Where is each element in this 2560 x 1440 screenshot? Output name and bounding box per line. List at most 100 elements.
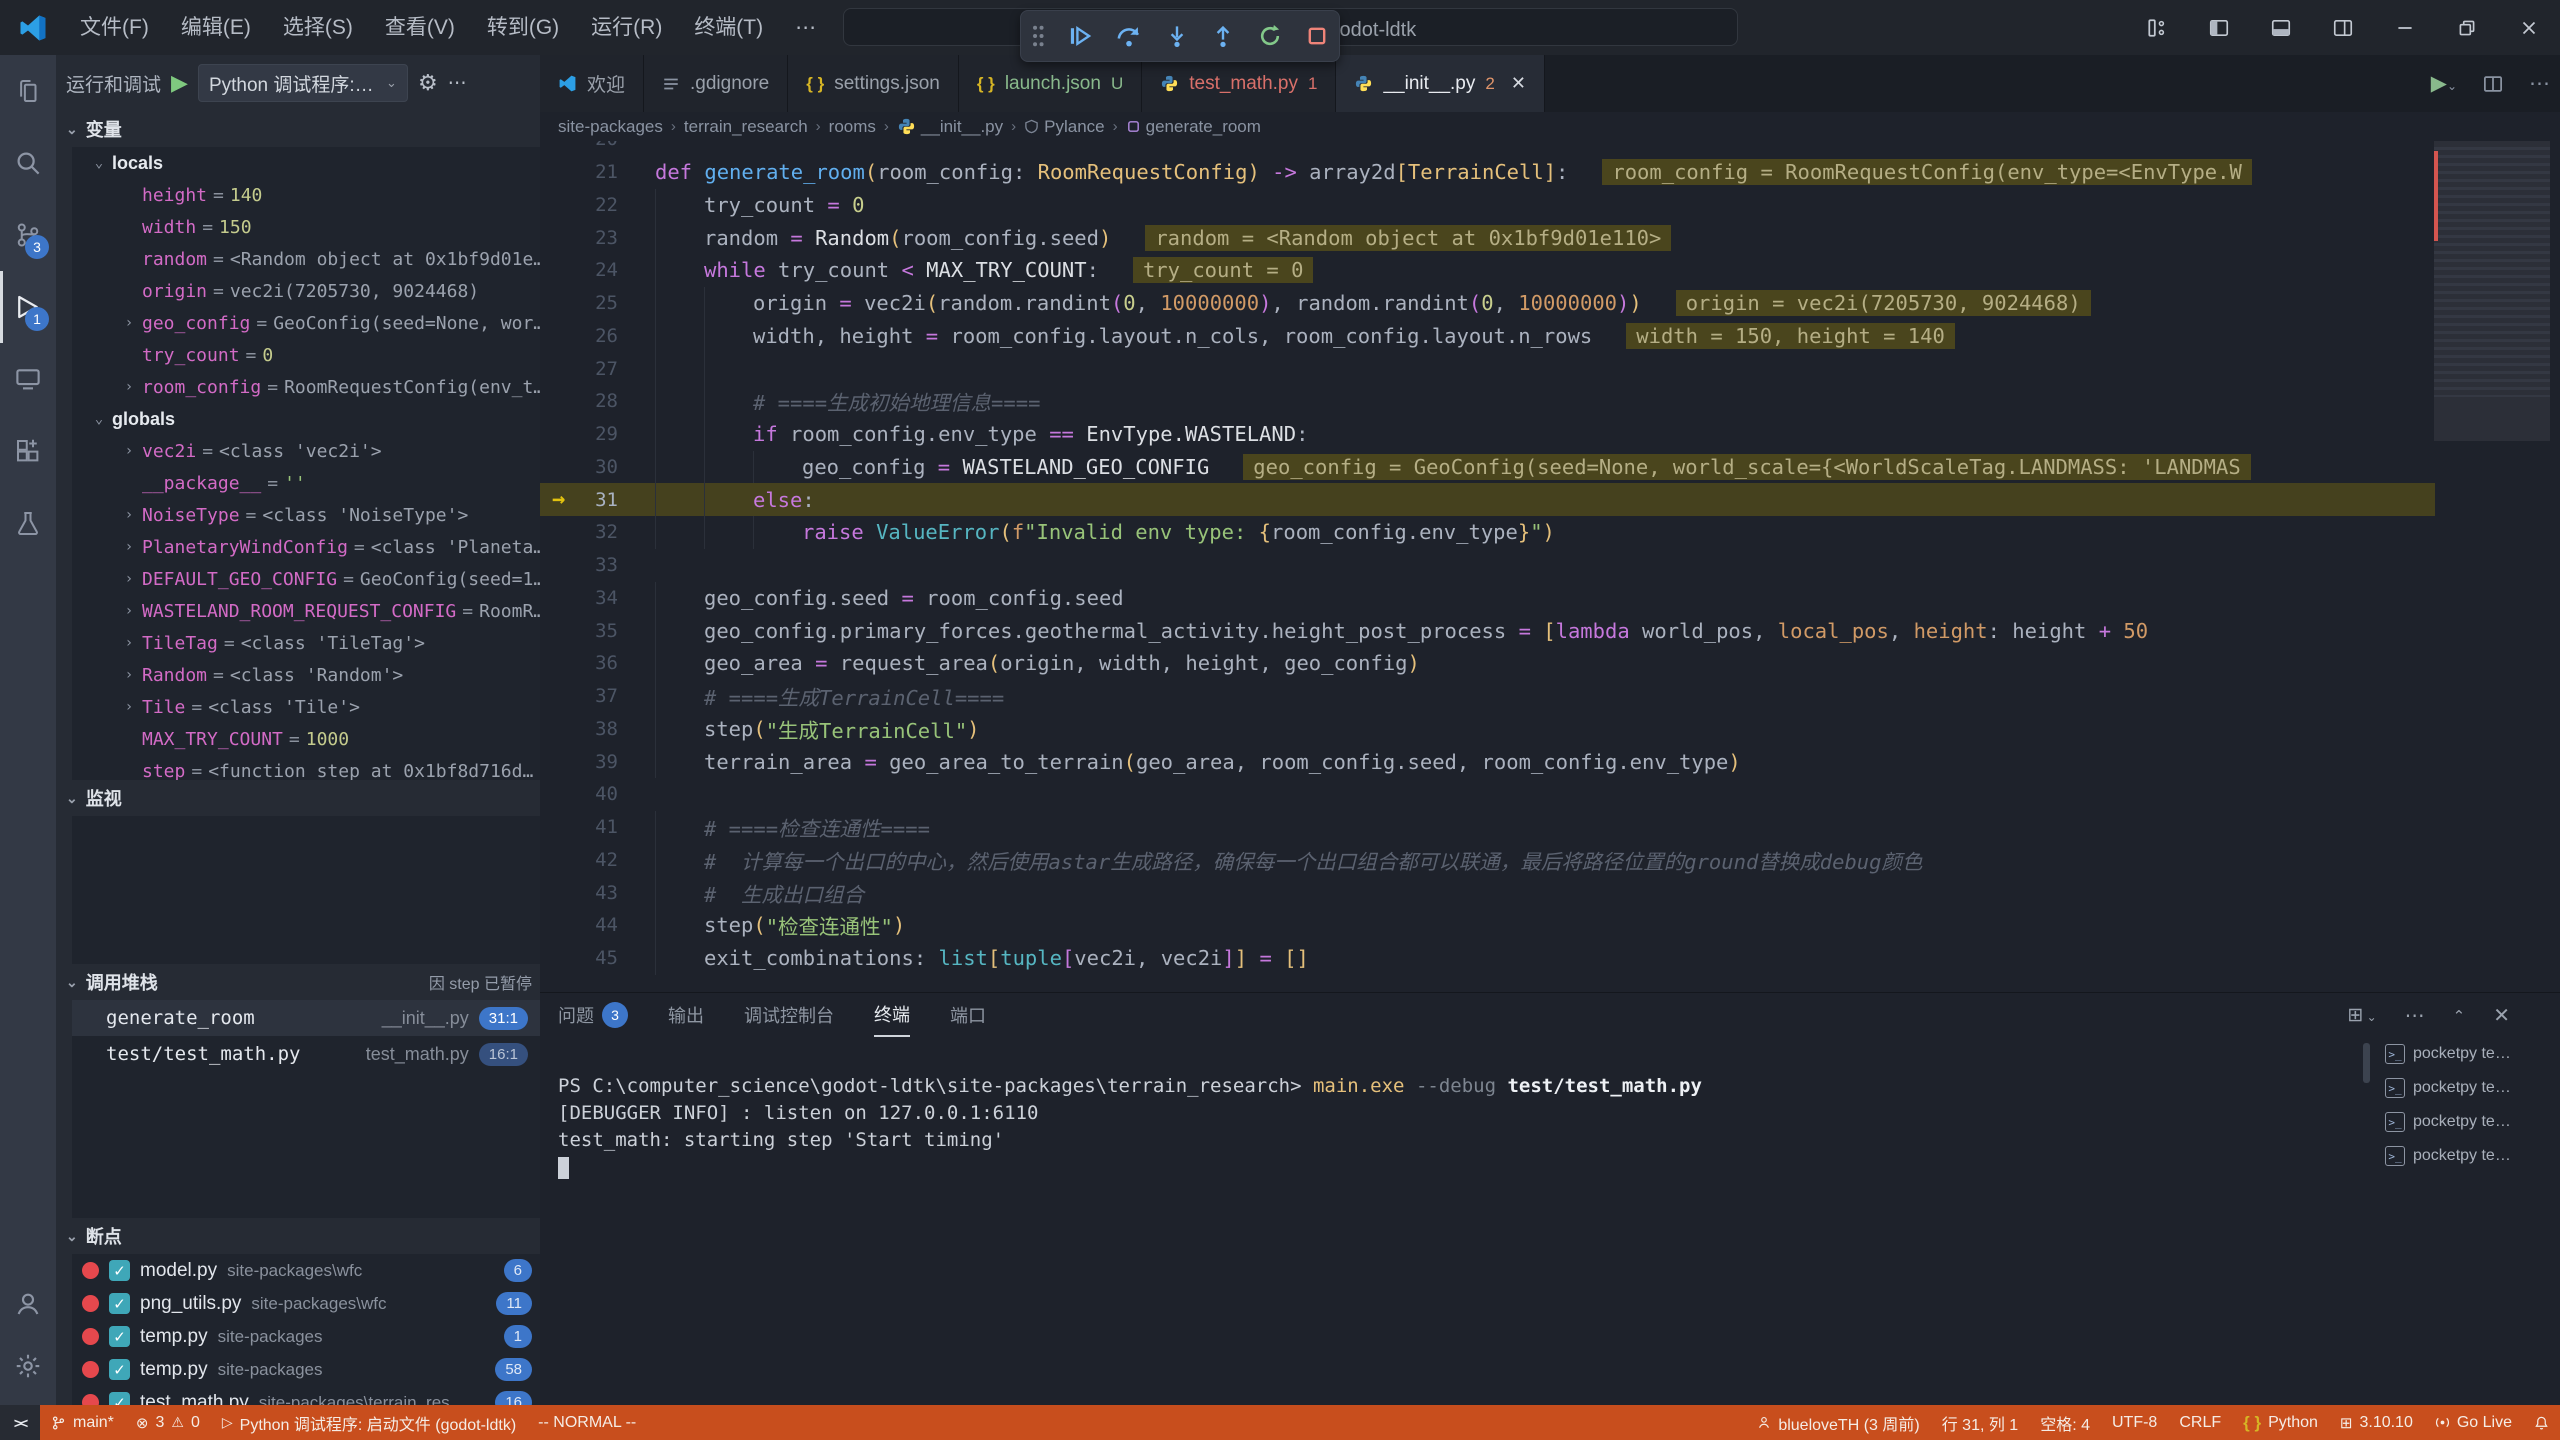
code-line-24[interactable]: 24while try_count < MAX_TRY_COUNT:try_co… xyxy=(540,254,2435,287)
breakpoint-checkbox[interactable]: ✓ xyxy=(109,1392,130,1405)
tab-.gdignore[interactable]: .gdignore xyxy=(644,55,788,112)
continue-icon[interactable] xyxy=(1067,23,1093,49)
code-line-36[interactable]: 36geo_area = request_area(origin, width,… xyxy=(540,647,2435,680)
breakpoint-row[interactable]: ✓temp.pysite-packages58 xyxy=(72,1353,540,1386)
scope-globals[interactable]: ⌄globals xyxy=(72,403,540,435)
code-line-41[interactable]: 41# ====检查连通性==== xyxy=(540,811,2435,844)
code-line-20[interactable]: 20 xyxy=(540,141,2435,156)
breadcrumb-item[interactable]: terrain_research xyxy=(684,117,808,137)
menu-转到(G)[interactable]: 转到(G) xyxy=(471,9,575,47)
code-line-32[interactable]: 32raise ValueError(f"Invalid env type: {… xyxy=(540,516,2435,549)
watch-section-header[interactable]: ⌄ 监视 xyxy=(56,780,540,816)
minimap[interactable] xyxy=(2434,141,2550,992)
expand-chevron-icon[interactable]: › xyxy=(116,507,142,523)
code-line-25[interactable]: 25origin = vec2i(random.randint(0, 10000… xyxy=(540,287,2435,320)
tab-__init__.py[interactable]: __init__.py2✕ xyxy=(1336,55,1544,112)
variable-row[interactable]: step=<function step at 0x1bf8d716d… xyxy=(72,755,540,780)
breakpoint-checkbox[interactable]: ✓ xyxy=(109,1359,130,1380)
breakpoint-checkbox[interactable]: ✓ xyxy=(109,1326,130,1347)
expand-chevron-icon[interactable]: › xyxy=(116,635,142,651)
menu-选择(S)[interactable]: 选择(S) xyxy=(267,9,369,47)
git-blame[interactable]: blueloveTH (3 周前) xyxy=(1746,1405,1930,1440)
code-line-44[interactable]: 44step("检查连通性") xyxy=(540,909,2435,942)
activity-gear[interactable] xyxy=(0,1335,56,1397)
terminal-scrollbar[interactable] xyxy=(2363,1043,2370,1083)
breakpoint-row[interactable]: ✓temp.pysite-packages1 xyxy=(72,1320,540,1353)
more-button[interactable]: ⋯ xyxy=(2405,1003,2425,1028)
activity-scm[interactable]: 3 xyxy=(0,199,56,271)
code-line-27[interactable]: 27 xyxy=(540,352,2435,385)
tab-settings.json[interactable]: { }settings.json xyxy=(788,55,959,112)
code-line-31[interactable]: →31else: xyxy=(540,483,2435,516)
code-line-26[interactable]: 26width, height = room_config.layout.n_c… xyxy=(540,320,2435,353)
variable-row[interactable]: width=150 xyxy=(72,211,540,243)
terminal-instance[interactable]: >_pocketpy te… xyxy=(2385,1105,2560,1139)
variable-row[interactable]: ›NoiseType=<class 'NoiseType'> xyxy=(72,499,540,531)
stop-icon[interactable] xyxy=(1305,24,1329,48)
code-line-29[interactable]: 29if room_config.env_type == EnvType.WAS… xyxy=(540,418,2435,451)
code-line-34[interactable]: 34geo_config.seed = room_config.seed xyxy=(540,582,2435,615)
terminal-instance[interactable]: >_pocketpy te… xyxy=(2385,1071,2560,1105)
variable-row[interactable]: height=140 xyxy=(72,179,540,211)
toggle-sidebar-button[interactable] xyxy=(2188,0,2250,55)
breadcrumb-item[interactable]: site-packages xyxy=(558,117,663,137)
remote-indicator[interactable]: >< xyxy=(0,1405,40,1440)
terminal-instance[interactable]: >_pocketpy te… xyxy=(2385,1037,2560,1071)
panel-tab-调试控制台[interactable]: 调试控制台 xyxy=(744,993,834,1037)
code-line-43[interactable]: 43# 生成出口组合 xyxy=(540,876,2435,909)
code-editor[interactable]: 2021def generate_room(room_config: RoomR… xyxy=(540,141,2560,992)
menu-编辑(E)[interactable]: 编辑(E) xyxy=(165,9,267,47)
close-button[interactable] xyxy=(2498,0,2560,55)
code-line-30[interactable]: 30geo_config = WASTELAND_GEO_CONFIGgeo_c… xyxy=(540,451,2435,484)
menu-⋯[interactable]: ⋯ xyxy=(779,9,832,47)
variable-row[interactable]: ›PlanetaryWindConfig=<class 'Planeta… xyxy=(72,531,540,563)
expand-chevron-icon[interactable]: › xyxy=(116,571,142,587)
maximize-button[interactable]: ⌃ xyxy=(2453,1004,2466,1027)
debug-config[interactable]: ▷Python 调试程序: 启动文件 (godot-ldtk) xyxy=(211,1405,527,1440)
gear-icon[interactable]: ⚙ xyxy=(418,70,438,96)
variables-section-header[interactable]: ⌄ 变量 xyxy=(56,111,540,147)
activity-remote-explorer[interactable] xyxy=(0,343,56,415)
variable-row[interactable]: random=<Random object at 0x1bf9d01e… xyxy=(72,243,540,275)
terminal-output[interactable]: PS C:\computer_science\godot-ldtk\site-p… xyxy=(558,1073,2348,1181)
variable-row[interactable]: ›vec2i=<class 'vec2i'> xyxy=(72,435,540,467)
python-version[interactable]: ⊞3.10.10 xyxy=(2329,1405,2424,1440)
code-line-37[interactable]: 37# ====生成TerrainCell==== xyxy=(540,680,2435,713)
step-into-icon[interactable] xyxy=(1165,23,1189,49)
expand-chevron-icon[interactable]: › xyxy=(116,667,142,683)
variable-row[interactable]: ›Random=<class 'Random'> xyxy=(72,659,540,691)
activity-beaker[interactable] xyxy=(0,487,56,559)
variable-row[interactable]: ›Tile=<class 'Tile'> xyxy=(72,691,540,723)
code-line-39[interactable]: 39terrain_area = geo_area_to_terrain(geo… xyxy=(540,745,2435,778)
expand-chevron-icon[interactable]: › xyxy=(116,315,142,331)
more-button[interactable]: ⋯ xyxy=(2529,71,2550,96)
code-line-33[interactable]: 33 xyxy=(540,549,2435,582)
breakpoint-checkbox[interactable]: ✓ xyxy=(109,1293,130,1314)
menu-查看(V)[interactable]: 查看(V) xyxy=(369,9,471,47)
activity-account[interactable] xyxy=(0,1273,56,1335)
toggle-panel-button[interactable] xyxy=(2250,0,2312,55)
code-line-28[interactable]: 28# ====生成初始地理信息==== xyxy=(540,385,2435,418)
more-icon[interactable]: ⋯ xyxy=(448,72,467,95)
variable-row[interactable]: ›TileTag=<class 'TileTag'> xyxy=(72,627,540,659)
layout-button[interactable] xyxy=(2126,0,2188,55)
toggle-right-sidebar-button[interactable] xyxy=(2312,0,2374,55)
variable-row[interactable]: origin=vec2i(7205730, 9024468) xyxy=(72,275,540,307)
run-button[interactable]: ▶⌄ xyxy=(2431,71,2457,96)
code-line-22[interactable]: 22try_count = 0 xyxy=(540,189,2435,222)
menu-文件(F)[interactable]: 文件(F) xyxy=(64,9,165,47)
tab-欢迎[interactable]: 欢迎 xyxy=(540,55,644,112)
breakpoint-checkbox[interactable]: ✓ xyxy=(109,1260,130,1281)
variable-row[interactable]: ›room_config=RoomRequestConfig(env_t… xyxy=(72,371,540,403)
close-icon[interactable]: ✕ xyxy=(1511,73,1526,94)
activity-debug[interactable]: 1 xyxy=(0,271,56,343)
breadcrumb-item[interactable]: rooms xyxy=(829,117,876,137)
variable-row[interactable]: try_count=0 xyxy=(72,339,540,371)
problems[interactable]: ⊗3⚠0 xyxy=(125,1405,211,1440)
vim-mode[interactable]: -- NORMAL -- xyxy=(527,1405,647,1440)
activity-search[interactable] xyxy=(0,127,56,199)
eol[interactable]: CRLF xyxy=(2168,1405,2232,1440)
breadcrumb-item[interactable]: __init__.py xyxy=(897,117,1003,137)
go-live[interactable]: Go Live xyxy=(2424,1405,2523,1440)
menu-运行(R)[interactable]: 运行(R) xyxy=(575,9,678,47)
